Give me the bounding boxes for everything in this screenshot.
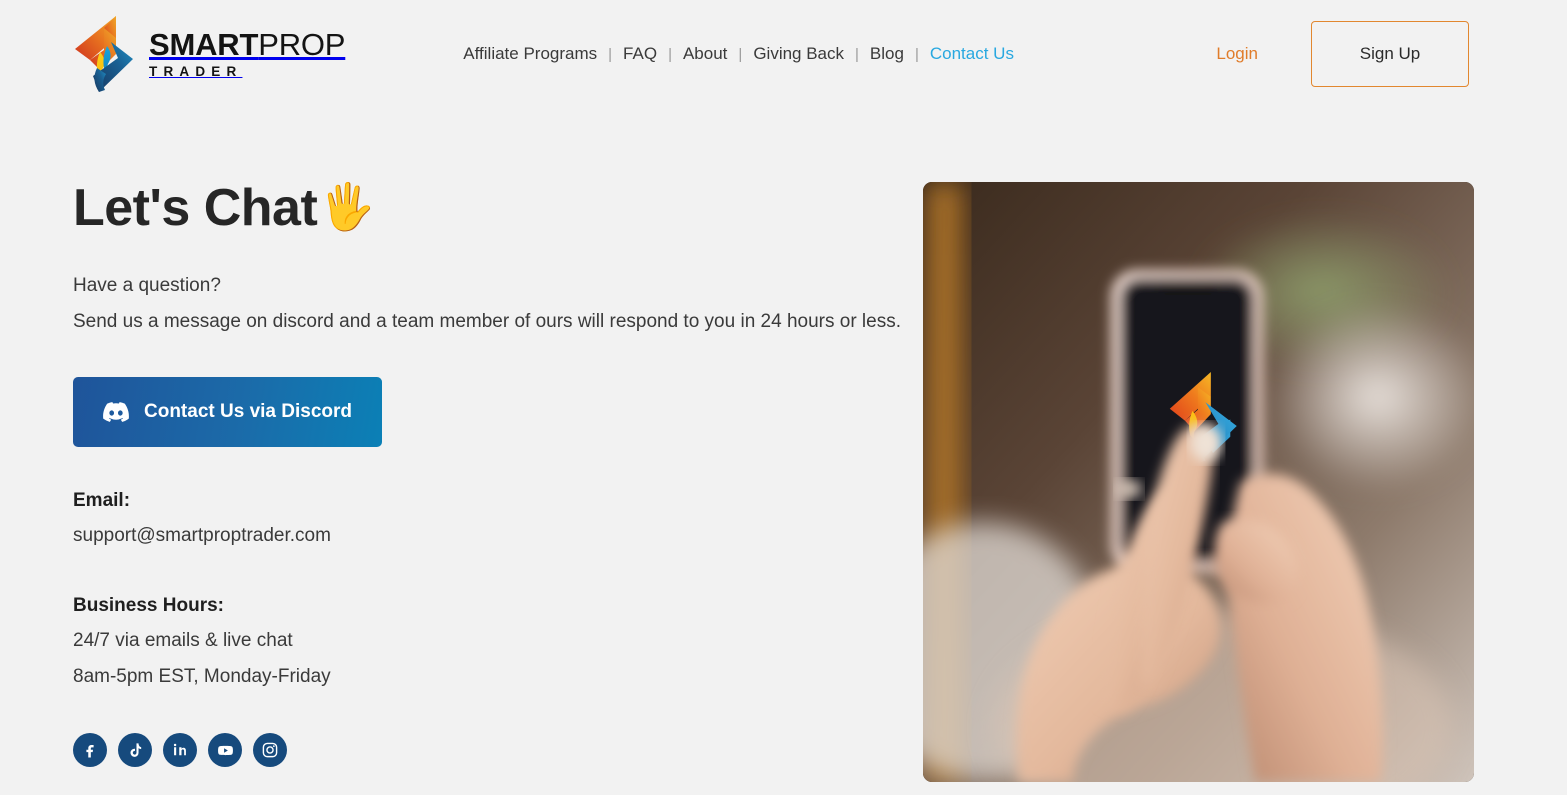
nav-separator: | xyxy=(608,45,613,63)
login-link[interactable]: Login xyxy=(1216,44,1258,64)
nav-separator: | xyxy=(738,45,743,63)
page-main: Let's Chat 🖐 Have a question? Send us a m… xyxy=(0,108,1567,782)
smartprop-logo-mark xyxy=(75,16,133,92)
page-title: Let's Chat 🖐 xyxy=(73,182,903,234)
social-links xyxy=(73,733,903,767)
facebook-icon xyxy=(86,744,94,758)
business-hours-line-1: 24/7 via emails & live chat xyxy=(73,630,293,651)
intro-text: Have a question? Send us a message on di… xyxy=(73,268,903,340)
contact-info-column: Let's Chat 🖐 Have a question? Send us a m… xyxy=(73,182,903,782)
nav-item-affiliate-programs[interactable]: Affiliate Programs xyxy=(463,40,597,68)
business-hours-line-2: 8am-5pm EST, Monday-Friday xyxy=(73,666,331,687)
nav-item-giving-back[interactable]: Giving Back xyxy=(753,40,844,68)
intro-body: Send us a message on discord and a team … xyxy=(73,311,901,332)
nav-item-faq[interactable]: FAQ xyxy=(623,40,657,68)
signup-button[interactable]: Sign Up xyxy=(1311,21,1469,87)
instagram-link[interactable] xyxy=(253,733,287,767)
hero-photo xyxy=(923,182,1474,782)
tiktok-icon xyxy=(129,742,141,757)
page-title-text: Let's Chat xyxy=(73,179,318,237)
hands-holding-phone-photo xyxy=(923,182,1474,782)
instagram-icon xyxy=(262,742,278,758)
logo-tagline: TRADER xyxy=(149,64,243,80)
hero-photo-column xyxy=(923,182,1474,782)
business-hours-label: Business Hours: xyxy=(73,595,224,616)
tiktok-link[interactable] xyxy=(118,733,152,767)
header-actions: Login Sign Up xyxy=(1216,21,1469,87)
nav-item-about[interactable]: About xyxy=(683,40,727,68)
logo-wordmark: SMARTPROP TRADER xyxy=(149,29,345,79)
site-header: SMARTPROP TRADER Affiliate Programs | FA… xyxy=(0,0,1567,108)
discord-button-label: Contact Us via Discord xyxy=(144,401,352,422)
email-label: Email: xyxy=(73,490,131,511)
nav-separator: | xyxy=(668,45,672,63)
nav-separator: | xyxy=(855,45,859,63)
email-block: Email: support@smartproptrader.com xyxy=(73,484,903,554)
email-value[interactable]: support@smartproptrader.com xyxy=(73,518,903,554)
site-logo[interactable]: SMARTPROP TRADER xyxy=(73,14,345,94)
main-navigation: Affiliate Programs | FAQ | About | Givin… xyxy=(463,40,1014,68)
linkedin-link[interactable] xyxy=(163,733,197,767)
nav-separator: | xyxy=(914,45,919,63)
intro-question: Have a question? xyxy=(73,275,221,296)
logo-name: SMARTPROP xyxy=(149,27,346,63)
youtube-link[interactable] xyxy=(208,733,242,767)
linkedin-icon xyxy=(173,743,186,756)
raised-hand-icon: 🖐 xyxy=(319,180,375,232)
youtube-icon xyxy=(217,745,233,755)
business-hours-block: Business Hours: 24/7 via emails & live c… xyxy=(73,589,903,695)
discord-icon xyxy=(103,402,129,422)
facebook-link[interactable] xyxy=(73,733,107,767)
contact-us-via-discord-button[interactable]: Contact Us via Discord xyxy=(73,377,382,447)
nav-item-contact-us[interactable]: Contact Us xyxy=(930,40,1014,68)
nav-item-blog[interactable]: Blog xyxy=(870,40,904,68)
